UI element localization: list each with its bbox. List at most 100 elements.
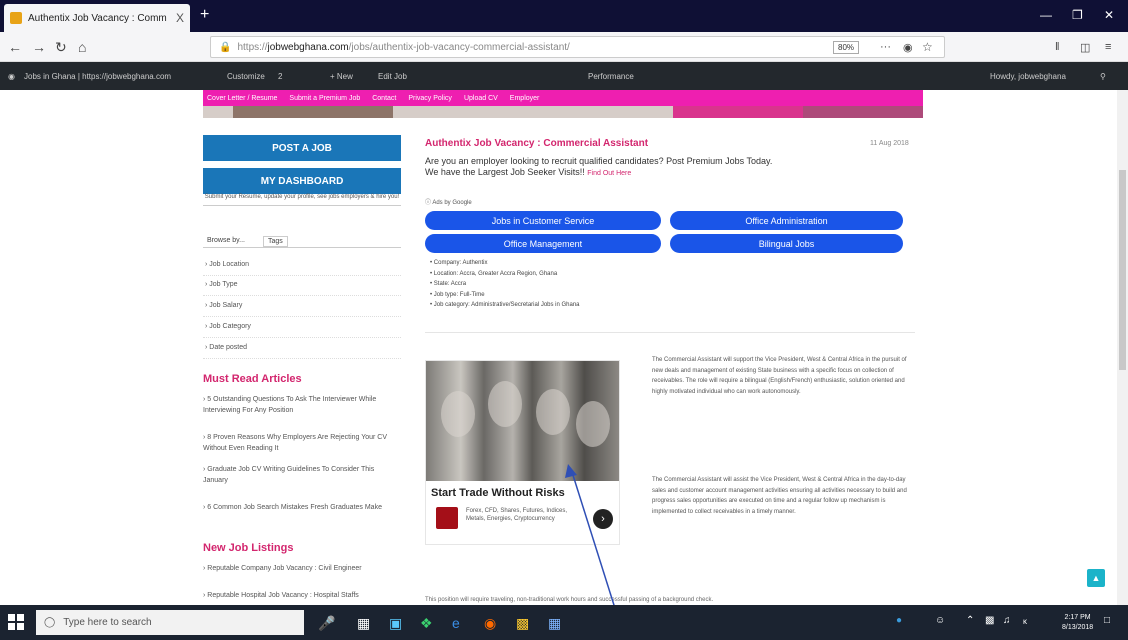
wp-search-icon[interactable]: ⚲	[1100, 72, 1106, 81]
menu-upload-cv[interactable]: Upload CV	[464, 95, 498, 102]
zoom-level[interactable]: 80%	[833, 41, 860, 54]
employer-promo: Are you an employer looking to recruit q…	[425, 156, 772, 179]
wp-logo-icon[interactable]: ◉	[8, 72, 15, 81]
wp-edit-job[interactable]: Edit Job	[378, 72, 407, 81]
mic-icon[interactable]: 🎤	[318, 615, 335, 632]
search-placeholder: Type here to search	[63, 617, 152, 628]
ad-arrow-button[interactable]: ›	[593, 509, 613, 529]
clock-time: 2:17 PM	[1064, 614, 1091, 621]
taskbar-clock[interactable]: 2:17 PM 8/13/2018	[1062, 613, 1093, 633]
tab-close-icon[interactable]: X	[176, 11, 184, 25]
article-link[interactable]: › 8 Proven Reasons Why Employers Are Rej…	[203, 432, 401, 454]
new-tab-button[interactable]: +	[200, 6, 209, 24]
trading-ad[interactable]: Start Trade Without Risks Forex, CFD, Sh…	[425, 360, 620, 545]
scrollbar-thumb[interactable]	[1119, 170, 1126, 370]
url-path: /jobs/authentix-job-vacancy-commercial-a…	[348, 41, 570, 53]
url-domain: jobwebghana.com	[267, 41, 349, 53]
ad-link-customer-service[interactable]: Jobs in Customer Service	[425, 211, 661, 230]
ad-text: Forex, CFD, Shares, Futures, Indices, Me…	[466, 508, 568, 522]
post-a-job-button[interactable]: POST A JOB	[203, 135, 401, 161]
browse-item-category[interactable]: › Job Category	[203, 318, 401, 338]
tab-tags[interactable]: Tags	[263, 236, 288, 247]
firefox-icon[interactable]: ◉	[484, 615, 496, 632]
browser-tab-bar: Authentix Job Vacancy : Comm X + — ❐ ✕	[0, 0, 1128, 32]
job-description-1: The Commercial Assistant will support th…	[652, 357, 907, 395]
browse-tabs: Browse by... Tags	[203, 234, 401, 248]
ad-link-office-administration[interactable]: Office Administration	[670, 211, 903, 230]
edge-icon[interactable]: e	[452, 615, 460, 631]
ad-link-bilingual-jobs[interactable]: Bilingual Jobs	[670, 234, 903, 253]
article-link[interactable]: › 6 Common Job Search Mistakes Fresh Gra…	[203, 502, 401, 513]
app-icon-2[interactable]: ▦	[548, 615, 561, 632]
taskbar-search[interactable]: ◯ Type here to search	[36, 610, 304, 635]
page-actions-menu[interactable]: ···	[880, 41, 891, 53]
wordpress-admin-bar: ◉ Jobs in Ghana | https://jobwebghana.co…	[0, 62, 1128, 90]
app-icon[interactable]: ❖	[420, 615, 433, 632]
clock-date: 8/13/2018	[1062, 624, 1094, 631]
ad-title[interactable]: Start Trade Without Risks	[431, 487, 565, 499]
tray-app-icon[interactable]: ●	[896, 615, 902, 626]
menu-submit-premium[interactable]: Submit a Premium Job	[289, 95, 360, 102]
browser-tab[interactable]: Authentix Job Vacancy : Comm X	[4, 4, 190, 32]
lock-icon: 🔒	[219, 41, 232, 53]
wp-comments[interactable]: 2	[278, 72, 282, 81]
notifications-icon[interactable]: □	[1104, 615, 1110, 626]
my-dashboard-button[interactable]: MY DASHBOARD	[203, 168, 401, 194]
job-title: Authentix Job Vacancy : Commercial Assis…	[425, 138, 649, 149]
store-icon[interactable]: ▣	[389, 615, 402, 632]
wp-site-name[interactable]: Jobs in Ghana | https://jobwebghana.com	[24, 72, 171, 81]
hamburger-menu-icon[interactable]: ≡	[1105, 41, 1111, 53]
menu-employer[interactable]: Employer	[510, 95, 540, 102]
browser-nav-bar: ← → ↻ ⌂ 🔒 https:// jobwebghana.com /jobs…	[0, 32, 1128, 62]
site-top-menu: Cover Letter / Resume Submit a Premium J…	[203, 90, 923, 106]
file-explorer-icon[interactable]: ▩	[516, 615, 529, 632]
sidebar-icon[interactable]: ◫	[1080, 41, 1090, 54]
back-to-top-button[interactable]: ▲	[1087, 569, 1105, 587]
network-icon[interactable]: ▩	[985, 615, 994, 626]
detail-job-type: • Job type: Full-Time	[430, 291, 485, 298]
reload-icon[interactable]: ↻	[55, 39, 67, 56]
chevron-up-icon[interactable]: ⌃	[966, 615, 974, 626]
window-close-icon[interactable]: ✕	[1104, 8, 1114, 22]
menu-cover-letter[interactable]: Cover Letter / Resume	[207, 95, 277, 102]
article-link[interactable]: › 5 Outstanding Questions To Ask The Int…	[203, 394, 401, 416]
pocket-icon[interactable]: ◉	[903, 41, 913, 54]
browse-item-salary[interactable]: › Job Salary	[203, 297, 401, 317]
tab-browse-by[interactable]: Browse by...	[203, 236, 249, 245]
back-icon[interactable]: ←	[8, 39, 22, 55]
task-view-icon[interactable]: ▦	[357, 615, 370, 632]
menu-contact[interactable]: Contact	[372, 95, 396, 102]
wp-performance[interactable]: Performance	[588, 72, 634, 81]
page-scrollbar[interactable]	[1117, 90, 1128, 605]
wp-customize[interactable]: Customize	[227, 72, 265, 81]
restore-icon[interactable]: ❐	[1072, 8, 1083, 22]
windows-start-icon[interactable]	[8, 614, 24, 630]
listing-link[interactable]: › Reputable Company Job Vacancy : Civil …	[203, 563, 401, 574]
browse-item-type[interactable]: › Job Type	[203, 276, 401, 296]
home-icon[interactable]: ⌂	[78, 39, 86, 55]
article-link[interactable]: › Graduate Job CV Writing Guidelines To …	[203, 464, 401, 486]
ad-brand-logo-icon	[436, 507, 458, 529]
site-favicon-icon	[10, 12, 22, 24]
library-icon[interactable]: ‖	[1055, 41, 1060, 53]
wp-user[interactable]: Howdy, jobwebghana	[990, 72, 1066, 81]
browse-item-date[interactable]: › Date posted	[203, 339, 401, 359]
must-read-heading: Must Read Articles	[203, 373, 302, 385]
detail-location: • Location: Accra, Greater Accra Region,…	[430, 270, 558, 277]
wp-new[interactable]: + New	[330, 72, 353, 81]
people-icon[interactable]: ☺	[935, 615, 945, 626]
minimize-icon[interactable]: —	[1040, 8, 1052, 22]
ime-icon[interactable]: κ	[1023, 617, 1027, 626]
listing-link[interactable]: › Reputable Hospital Job Vacancy : Hospi…	[203, 590, 401, 601]
job-description-3: This position will require traveling, no…	[425, 597, 714, 603]
menu-privacy[interactable]: Privacy Policy	[408, 95, 452, 102]
bookmark-star-icon[interactable]: ☆	[922, 40, 933, 54]
ad-link-office-management[interactable]: Office Management	[425, 234, 661, 253]
detail-state: • State: Accra	[430, 281, 467, 287]
forward-icon[interactable]: →	[32, 39, 46, 55]
browse-item-location[interactable]: › Job Location	[203, 256, 401, 276]
detail-job-category: • Job category: Administrative/Secretari…	[430, 302, 580, 308]
promo-link[interactable]: Find Out Here	[587, 170, 631, 177]
job-details-list: • Company: Authentix • Location: Accra, …	[430, 258, 580, 311]
volume-icon[interactable]: ♫	[1003, 615, 1011, 626]
